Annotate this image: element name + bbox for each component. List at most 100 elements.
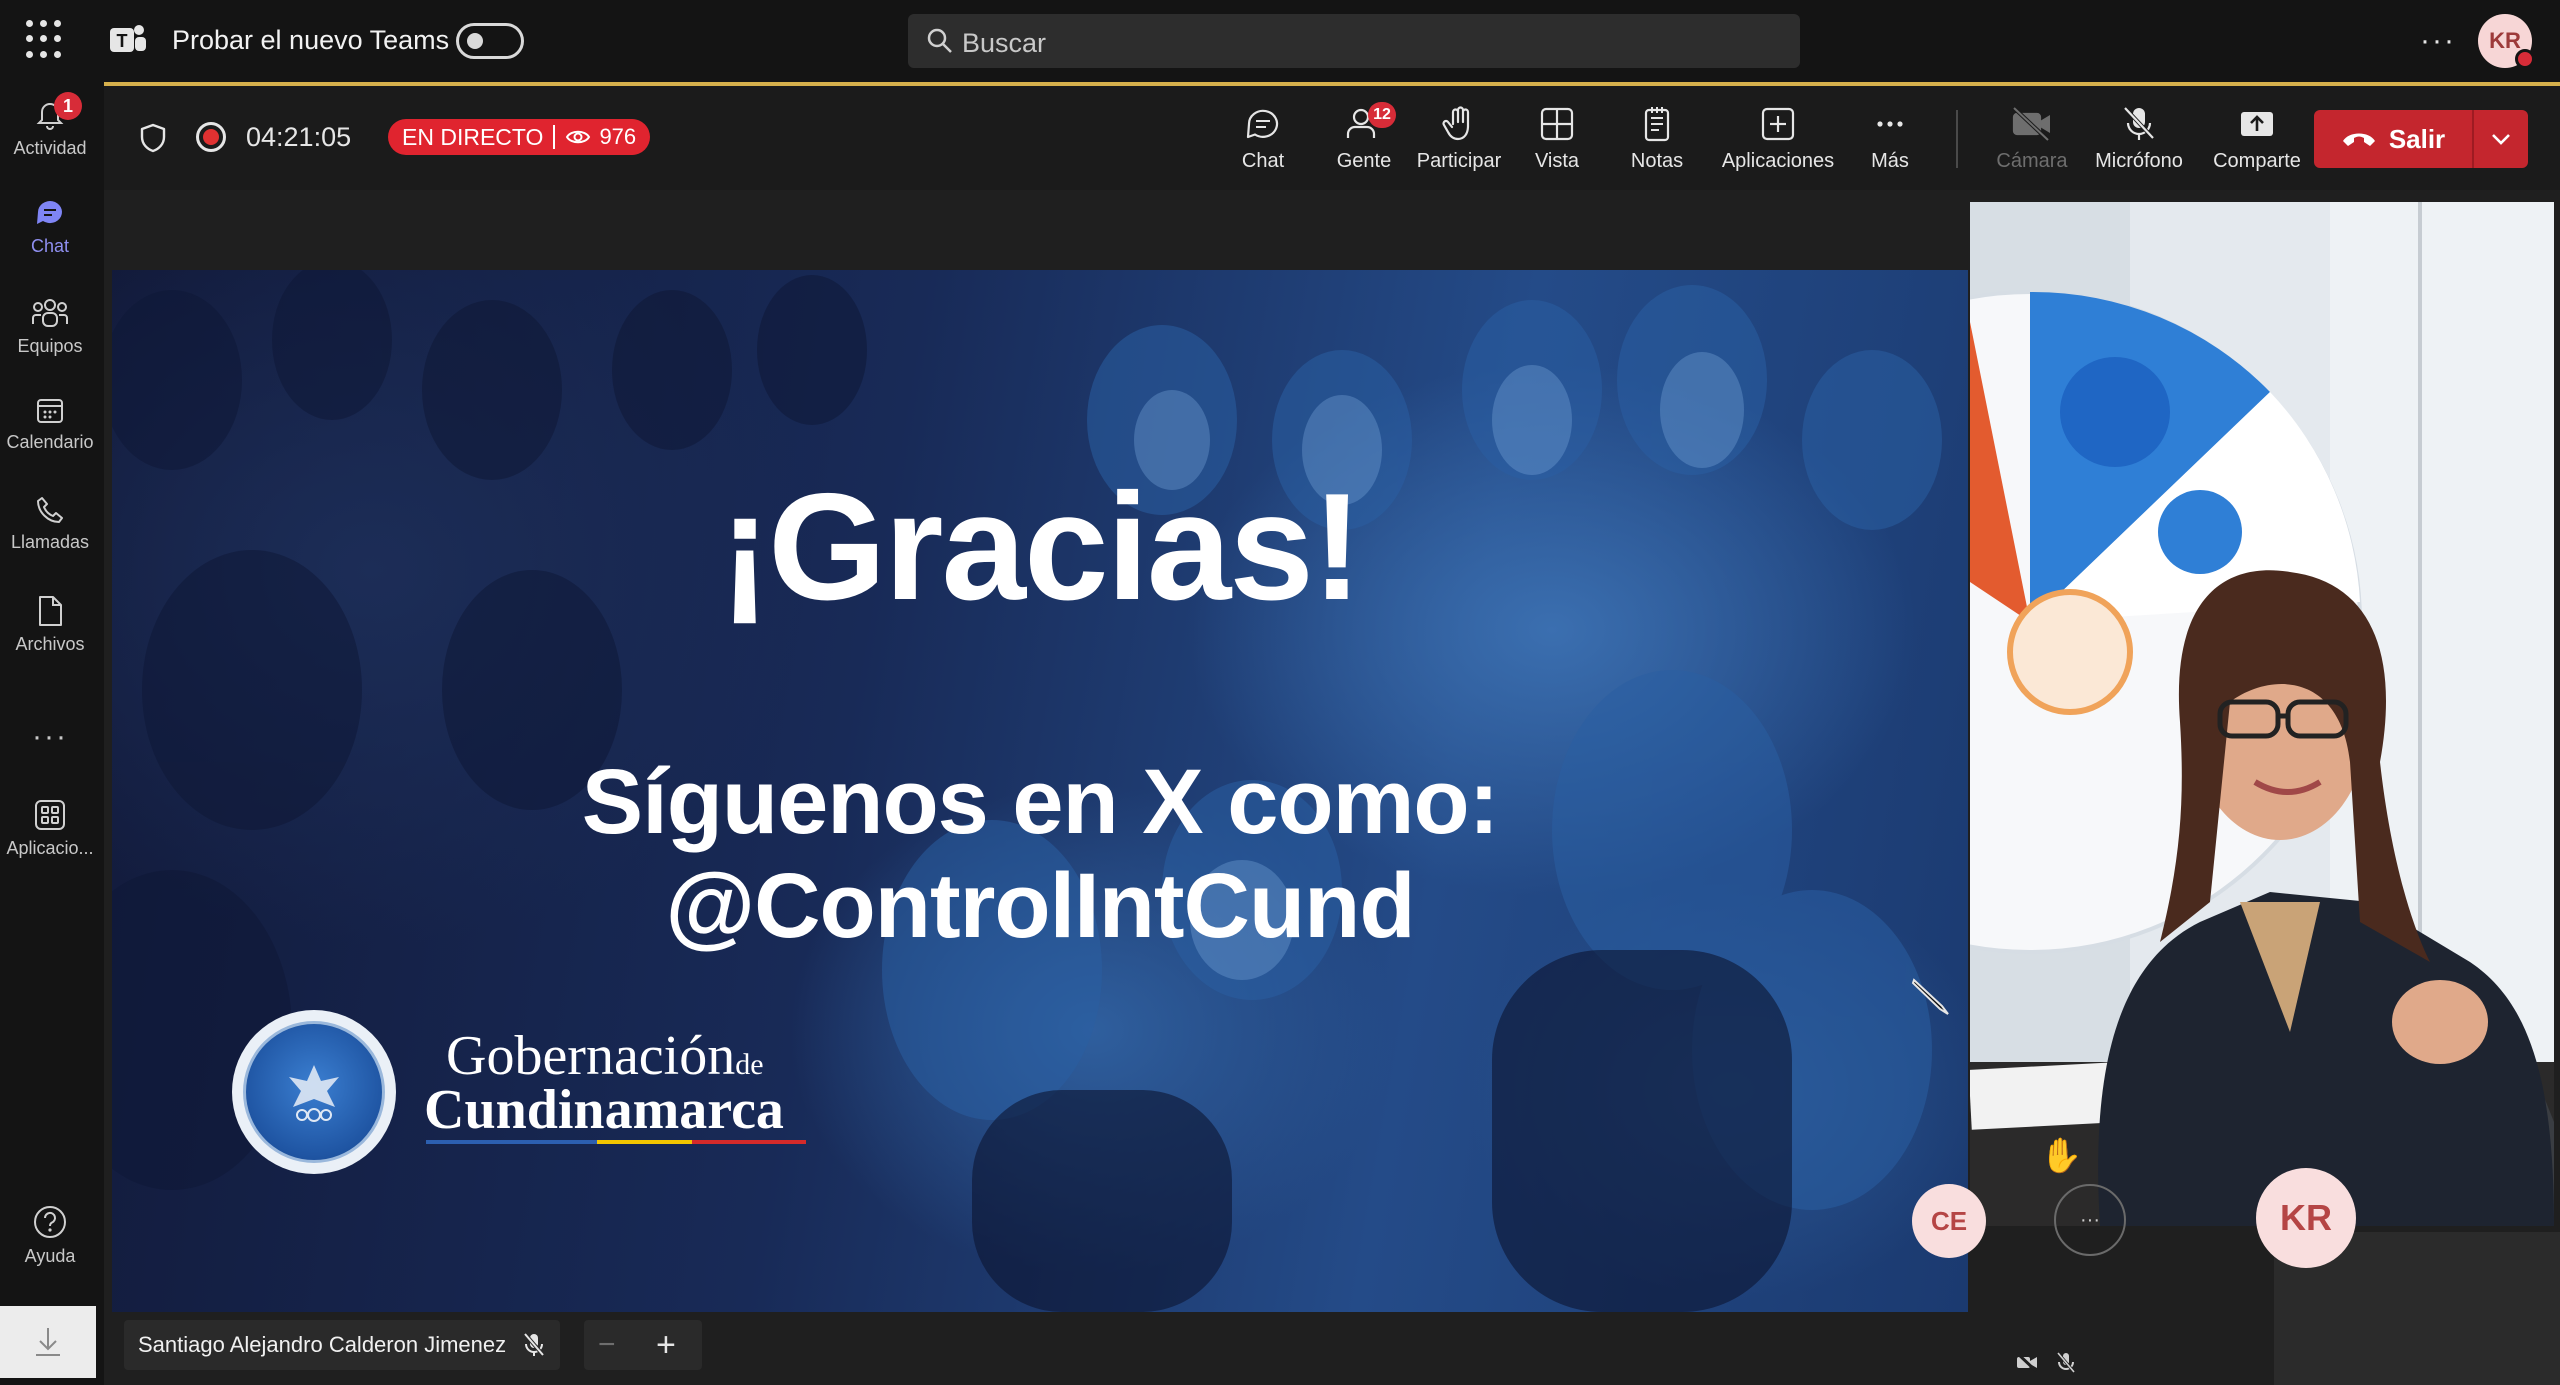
try-new-teams-label: Probar el nuevo Teams bbox=[172, 25, 450, 55]
rail-item-calls[interactable]: Llamadas bbox=[0, 480, 100, 570]
live-separator bbox=[553, 125, 556, 149]
rail-label: Equipos bbox=[17, 336, 83, 356]
more-apps-icon[interactable]: ··· bbox=[0, 720, 100, 754]
rail-label: Aplicacio... bbox=[6, 838, 94, 858]
rail-label: Calendario bbox=[6, 432, 94, 452]
app-launcher-icon[interactable] bbox=[26, 20, 66, 60]
participant-video-frame bbox=[1970, 202, 2554, 1226]
phone-icon bbox=[37, 497, 63, 523]
flag-stripe bbox=[426, 1140, 806, 1144]
meeting-stage: 04:21:05 EN DIRECTO 976 Chat 12 Gente Pa… bbox=[104, 86, 2560, 1385]
download-button[interactable] bbox=[0, 1306, 96, 1378]
new-teams-toggle[interactable] bbox=[456, 23, 524, 59]
calendar-icon bbox=[37, 399, 63, 423]
camera-off-icon bbox=[2012, 106, 2050, 142]
mic-muted-icon bbox=[523, 1332, 545, 1357]
toolbar-view-button[interactable]: Vista bbox=[1516, 104, 1598, 174]
hang-up-icon bbox=[2342, 133, 2375, 146]
presenter-name: Santiago Alejandro Calderon Jimenez bbox=[138, 1332, 507, 1357]
chat-icon bbox=[1246, 109, 1279, 139]
toolbar-label: Notas bbox=[1630, 150, 1684, 172]
viewer-count: 976 bbox=[599, 124, 637, 149]
rail-label: Llamadas bbox=[10, 532, 90, 552]
meeting-info-shield-icon[interactable] bbox=[138, 122, 168, 154]
participant-video-kr[interactable] bbox=[1970, 202, 2554, 1226]
apps-add-icon bbox=[1761, 107, 1795, 141]
leave-main-button[interactable]: Salir bbox=[2314, 110, 2472, 168]
rail-item-activity[interactable]: 1 Actividad bbox=[0, 84, 100, 174]
title-bar: T Probar el nuevo Teams Buscar ··· KR bbox=[0, 0, 2560, 84]
toolbar-people-button[interactable]: 12 Gente bbox=[1322, 102, 1406, 174]
self-avatar-kr[interactable]: KR bbox=[2256, 1168, 2356, 1268]
more-icon bbox=[1877, 121, 1903, 127]
participant-avatar-ce[interactable]: CE bbox=[1912, 1184, 1986, 1258]
toolbar-more-button[interactable]: Más bbox=[1852, 104, 1928, 174]
presenter-name-tag: Santiago Alejandro Calderon Jimenez bbox=[124, 1320, 561, 1370]
rail-label: Chat bbox=[30, 236, 70, 256]
help-icon bbox=[34, 1206, 66, 1238]
more-participants-button[interactable]: ··· bbox=[2054, 1184, 2126, 1256]
user-avatar[interactable]: KR bbox=[2478, 14, 2535, 69]
toolbar-separator bbox=[1956, 110, 1958, 168]
teams-icon bbox=[32, 299, 68, 327]
rail-item-teams[interactable]: Equipos bbox=[0, 282, 100, 372]
search-placeholder: Buscar bbox=[962, 28, 1047, 58]
rail-label: Ayuda bbox=[24, 1246, 76, 1266]
live-badge: EN DIRECTO 976 bbox=[388, 119, 651, 155]
settings-more-icon[interactable]: ··· bbox=[2420, 24, 2456, 58]
toolbar-label: Micrófono bbox=[2095, 150, 2183, 172]
raised-hand-icon: ✋ bbox=[2040, 1137, 2083, 1175]
leave-button[interactable]: Salir bbox=[2314, 110, 2528, 168]
slide-title: ¡Gracias! bbox=[719, 462, 1363, 632]
user-initials: KR bbox=[2489, 28, 2521, 53]
notes-icon bbox=[1644, 107, 1670, 142]
mic-off-small-icon bbox=[2056, 1352, 2076, 1373]
rail-label: Actividad bbox=[13, 138, 87, 158]
gobernacion-seal-logo bbox=[232, 1010, 396, 1174]
rail-item-apps[interactable]: Aplicacio... bbox=[0, 784, 100, 874]
camera-off-small-icon bbox=[2016, 1352, 2038, 1372]
toolbar-notes-button[interactable]: Notas bbox=[1616, 104, 1698, 174]
rail-item-files[interactable]: Archivos bbox=[0, 580, 100, 670]
toolbar-label: Gente bbox=[1336, 150, 1392, 172]
chat-icon bbox=[37, 201, 62, 224]
toolbar-label: Comparte bbox=[2213, 150, 2301, 172]
toolbar-apps-button[interactable]: Aplicaciones bbox=[1708, 104, 1848, 174]
slide-follow-text: Síguenos en X como: bbox=[581, 751, 1499, 853]
presence-busy-icon bbox=[2515, 49, 2535, 69]
file-icon bbox=[39, 596, 62, 626]
shared-presentation: ¡Gracias! Síguenos en X como: @ControlIn… bbox=[112, 270, 1968, 1312]
toolbar-chat-button[interactable]: Chat bbox=[1222, 104, 1304, 174]
zoom-in-button[interactable]: + bbox=[656, 1326, 676, 1365]
teams-logo-icon: T bbox=[108, 20, 148, 60]
share-icon bbox=[2241, 112, 2273, 136]
toolbar-label: Participar bbox=[1416, 150, 1502, 172]
svg-text:T: T bbox=[117, 31, 128, 51]
toolbar-mic-button[interactable]: Micrófono bbox=[2080, 104, 2198, 174]
rail-item-help[interactable]: Ayuda bbox=[0, 1190, 100, 1280]
meeting-timer: 04:21:05 bbox=[246, 122, 352, 152]
org-name-de: de bbox=[735, 1048, 764, 1081]
live-label: EN DIRECTO bbox=[402, 123, 544, 150]
org-name-line2: Cundinamarca bbox=[424, 1079, 784, 1141]
activity-badge: 1 bbox=[54, 92, 82, 120]
zoom-out-button[interactable]: − bbox=[598, 1328, 616, 1362]
recording-indicator-icon bbox=[196, 122, 226, 152]
leave-options-chevron-icon[interactable] bbox=[2474, 110, 2528, 168]
toolbar-camera-button[interactable]: Cámara bbox=[1984, 104, 2080, 174]
toolbar-label: Vista bbox=[1534, 150, 1580, 172]
zoom-controls: − + bbox=[584, 1320, 702, 1370]
toolbar-label: Chat bbox=[1241, 150, 1285, 172]
toolbar-share-button[interactable]: Comparte bbox=[2194, 104, 2320, 174]
slide-x-handle: @ControlIntCund bbox=[665, 855, 1415, 957]
rail-item-chat[interactable]: Chat bbox=[0, 182, 100, 272]
search-input[interactable]: Buscar bbox=[908, 14, 1800, 68]
rail-label: Archivos bbox=[15, 634, 85, 654]
pen-cursor-icon bbox=[1911, 978, 1949, 1015]
rail-item-calendar[interactable]: Calendario bbox=[0, 380, 100, 470]
meeting-toolbar: 04:21:05 EN DIRECTO 976 Chat 12 Gente Pa… bbox=[104, 86, 2560, 190]
view-icon bbox=[1540, 107, 1574, 141]
toolbar-label: Cámara bbox=[1996, 150, 2068, 172]
toolbar-label: Aplicaciones bbox=[1721, 150, 1835, 172]
toolbar-raise-hand-button[interactable]: Participar bbox=[1400, 104, 1518, 174]
